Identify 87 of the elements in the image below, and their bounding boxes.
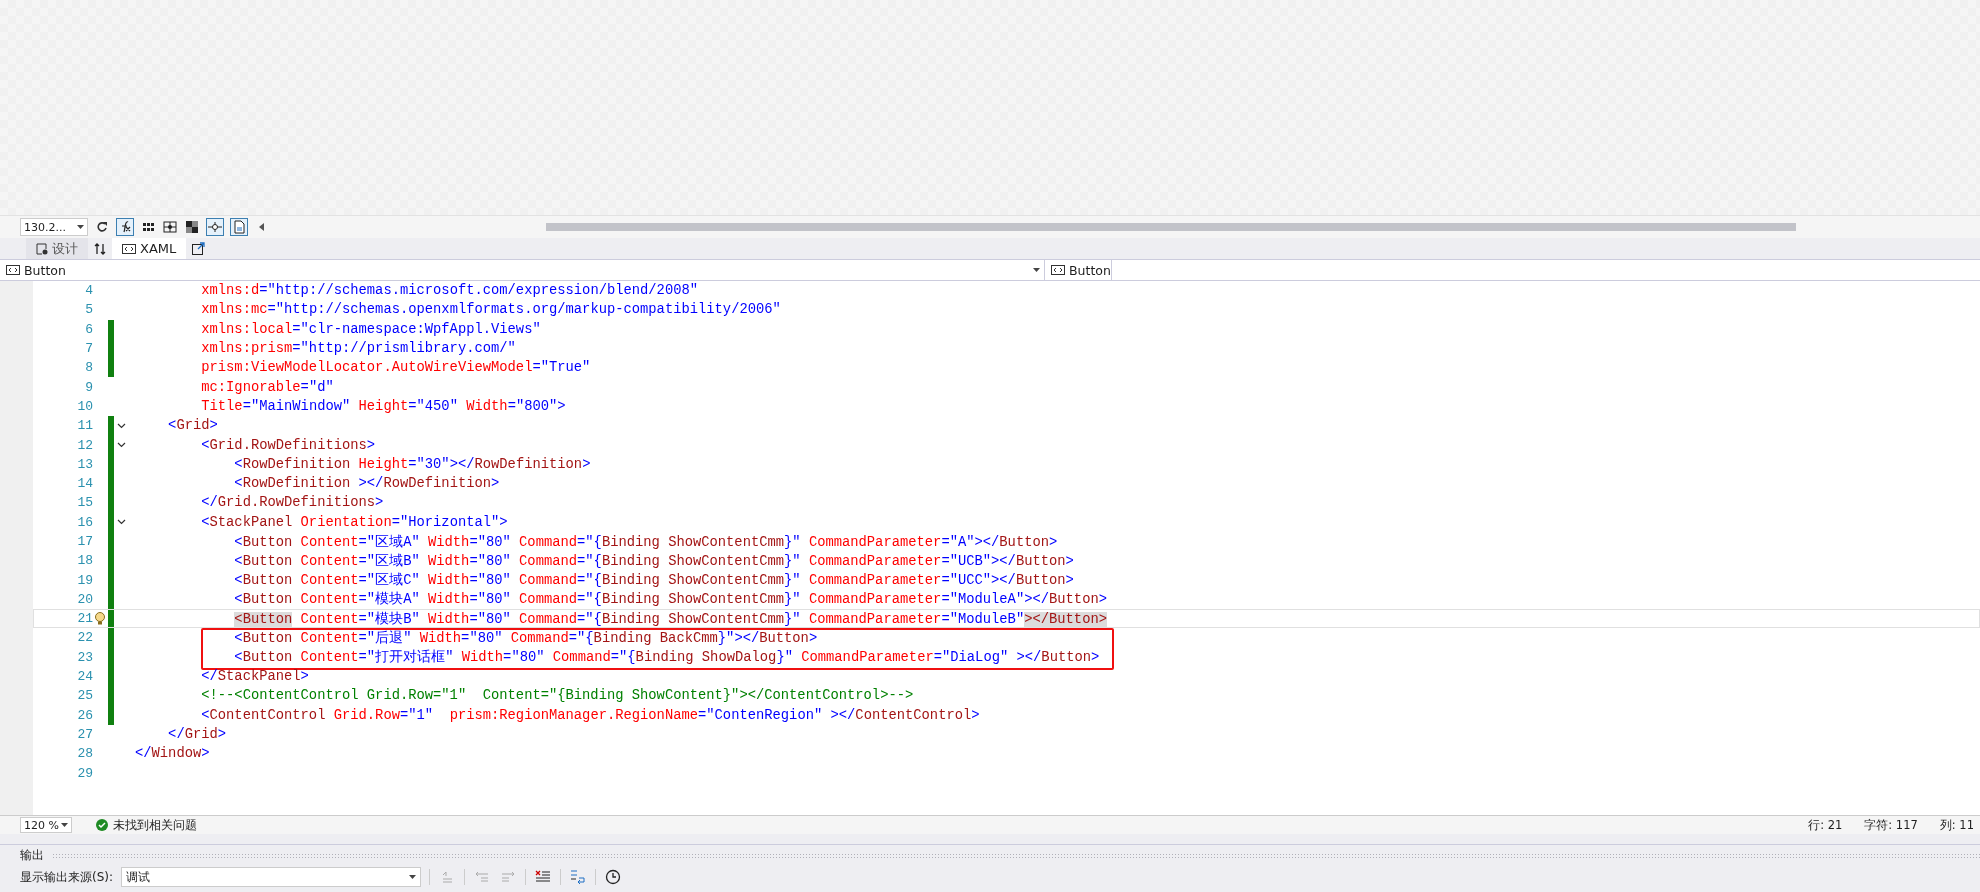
word-wrap-icon[interactable]: [569, 868, 588, 886]
code-line: </Window>: [134, 746, 210, 762]
line-number: 11: [76, 418, 93, 434]
tab[interactable]: 设计: [26, 238, 88, 259]
line-number: 29: [76, 765, 93, 781]
code-line: mc:Ignorable="d": [200, 379, 334, 395]
code-line: Title="MainWindow" Height="450" Width="800">: [200, 398, 566, 414]
member-dropdown[interactable]: Button: [1045, 260, 1112, 280]
dropdown-caret-icon[interactable]: [409, 875, 417, 879]
code-tag-icon: [122, 243, 136, 254]
line-number: 14: [76, 476, 93, 492]
line-number: 27: [76, 726, 93, 742]
line-number: 6: [84, 321, 93, 337]
line-number: 19: [76, 572, 93, 588]
line-number: 5: [84, 302, 93, 318]
column-position: 列: 11: [1939, 817, 1974, 833]
dropdown-caret-icon[interactable]: [1033, 268, 1040, 272]
fold-chevron-icon[interactable]: [116, 422, 126, 429]
snap-lines-icon[interactable]: [206, 218, 224, 236]
line-position: 行: 21: [1808, 817, 1843, 833]
line-number: 15: [76, 495, 93, 511]
line-number: 25: [76, 688, 93, 704]
dropdown-caret-icon[interactable]: [77, 225, 84, 229]
code-line: <RowDefinition ></RowDefinition>: [233, 476, 500, 492]
panel-title: 输出: [20, 846, 44, 864]
line-number: 26: [76, 707, 93, 723]
code-line: <Button Content="区域B" Width="80" Command="{Binding ShowContentCmm}" CommandParameter="UCB"></Button>: [233, 552, 1074, 570]
fold-chevron-icon[interactable]: [116, 442, 126, 448]
code-line: </StackPanel>: [200, 669, 309, 685]
code-line: xmlns:prism="http://prismlibrary.com/": [200, 341, 516, 357]
code-line: xmlns:local="clr-namespace:WpfAppl.Views": [200, 321, 541, 337]
line-number: 16: [76, 514, 93, 530]
code-line: <Button Content="模块A" Width="80" Command="{Binding ShowContentCmm}" CommandParameter="ModuleA"></Button>: [233, 590, 1107, 609]
clock-icon[interactable]: [604, 868, 623, 886]
code-line: <Grid.RowDefinitions>: [200, 437, 376, 453]
code-line: xmlns:mc="http://schemas.openxmlformats.org/markup-compatibility/2006": [200, 302, 781, 318]
line-number: 4: [84, 283, 93, 299]
code-line: <Button Content="后退" Width="80" Command="{Binding BackCmm}"></Button>: [233, 629, 818, 647]
zoom-dropdown[interactable]: 120 %: [20, 817, 72, 833]
code-line: <StackPanel Orientation="Horizontal">: [200, 514, 508, 530]
code-tag-icon: [1051, 265, 1065, 275]
line-number: 23: [76, 649, 93, 665]
design-icon: [36, 242, 48, 255]
line-number: 20: [76, 591, 93, 607]
code-line: </Grid>: [167, 726, 227, 742]
code-line: <Button Content="打开对话框" Width="80" Command="{Binding ShowDalog}" CommandParameter="DiaLog" ></Button>: [233, 648, 1100, 667]
refresh-icon[interactable]: [94, 219, 110, 235]
line-number: 9: [84, 379, 93, 395]
type-dropdown[interactable]: Button: [0, 260, 1045, 280]
line-number: 10: [76, 398, 93, 414]
line-number: 18: [76, 553, 93, 569]
line-number: 22: [76, 630, 93, 646]
code-tag-icon: [6, 265, 20, 275]
code-line: prism:ViewModelLocator.AutoWireViewModel="True": [200, 360, 591, 376]
snap-grid-icon[interactable]: [162, 219, 178, 235]
code-line: <ContentControl Grid.Row="1" prism:RegionManager.RegionName="ContenRegion" ></ContentControl>: [200, 707, 980, 723]
line-number: 28: [76, 746, 93, 762]
issues-status: 未找到相关问题: [113, 817, 197, 833]
char-position: 字符: 117: [1864, 817, 1918, 833]
tab[interactable]: XAML: [112, 238, 187, 259]
lightbulb-icon[interactable]: [94, 611, 106, 627]
line-number: 8: [84, 360, 93, 376]
scrollbar[interactable]: [546, 223, 1796, 231]
code-line: <Button Content="模块B" Width="80" Command="{Binding ShowContentCmm}" CommandParameter="ModuleB"></Button>: [233, 610, 1107, 628]
line-number: 24: [76, 669, 93, 685]
source-label: 显示输出来源(S):: [20, 868, 114, 886]
code-line: <!--<ContentControl Grid.Row="1" Content="{Binding ShowContent}"></ContentControl>-->: [200, 688, 914, 704]
code-line: <Grid>: [167, 418, 218, 434]
line-number: 12: [76, 437, 93, 453]
check-icon: [96, 819, 108, 831]
formula-icon[interactable]: [116, 218, 134, 236]
fold-chevron-icon[interactable]: [116, 519, 126, 526]
code-line: xmlns:d="http://schemas.microsoft.com/expression/blend/2008": [200, 283, 699, 299]
zoom-dropdown[interactable]: 130.2...: [20, 218, 88, 236]
code-line: <Button Content="区域A" Width="80" Command="{Binding ShowContentCmm}" CommandParameter="A"></Button>: [233, 533, 1058, 551]
code-line: </Grid.RowDefinitions>: [200, 495, 384, 511]
source-dropdown[interactable]: 调试: [121, 867, 422, 887]
line-number: 17: [76, 534, 93, 549]
checker-icon[interactable]: [184, 219, 200, 235]
popout-icon[interactable]: [190, 240, 207, 257]
line-number: 13: [76, 456, 93, 472]
dropdown-caret-icon[interactable]: [61, 823, 68, 827]
line-number: 7: [84, 341, 93, 357]
code-line: <RowDefinition Height="30"></RowDefinition>: [233, 456, 591, 472]
line-number: 21: [76, 611, 93, 627]
document-icon[interactable]: [230, 218, 248, 236]
code-line: <Button Content="区域C" Width="80" Command="{Binding ShowContentCmm}" CommandParameter="UCC"></Button>: [233, 571, 1074, 590]
